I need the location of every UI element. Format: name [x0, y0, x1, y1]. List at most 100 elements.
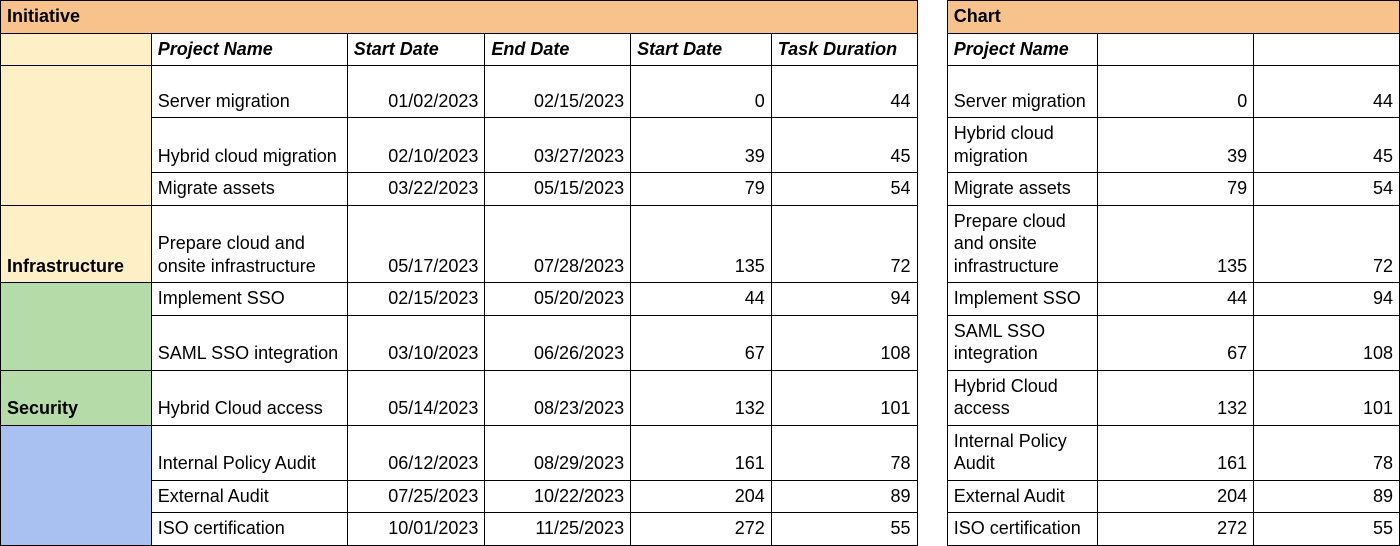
cell-dur[interactable]: 101: [771, 370, 917, 425]
chart-cell-dur[interactable]: 55: [1254, 513, 1400, 546]
cell-project[interactable]: Hybrid Cloud access: [151, 370, 347, 425]
cell-start[interactable]: 06/12/2023: [347, 425, 485, 480]
cell-dur[interactable]: 108: [771, 315, 917, 370]
cell-project[interactable]: Migrate assets: [151, 173, 347, 206]
cell-dur[interactable]: 55: [771, 513, 917, 546]
table-row: Implement SSO 02/15/2023 05/20/2023 44 9…: [1, 283, 1400, 316]
chart-cell-start2[interactable]: 44: [1098, 283, 1254, 316]
chart-cell-dur[interactable]: 54: [1254, 173, 1400, 206]
cell-start[interactable]: 05/17/2023: [347, 205, 485, 283]
initiative-cell-sec: Security: [1, 370, 152, 425]
cell-project[interactable]: Prepare cloud and onsite infrastructure: [151, 205, 347, 283]
cell-dur[interactable]: 78: [771, 425, 917, 480]
cell-project[interactable]: Implement SSO: [151, 283, 347, 316]
chart-cell-dur[interactable]: 89: [1254, 480, 1400, 513]
cell-start[interactable]: 02/10/2023: [347, 118, 485, 173]
cell-end[interactable]: 05/15/2023: [485, 173, 631, 206]
chart-cell-dur[interactable]: 44: [1254, 66, 1400, 118]
col-start2: Start Date: [631, 33, 772, 66]
chart-cell-project[interactable]: ISO certification: [947, 513, 1098, 546]
gap-cell: [917, 33, 947, 66]
initiative-cell-infra-top: [1, 66, 152, 206]
table-row: SAML SSO integration 03/10/2023 06/26/20…: [1, 315, 1400, 370]
chart-cell-dur[interactable]: 108: [1254, 315, 1400, 370]
chart-cell-start2[interactable]: 39: [1098, 118, 1254, 173]
table-row: Internal Policy Audit 06/12/2023 08/29/2…: [1, 425, 1400, 480]
chart-cell-start2[interactable]: 272: [1098, 513, 1254, 546]
cell-start2[interactable]: 272: [631, 513, 772, 546]
cell-start[interactable]: 05/14/2023: [347, 370, 485, 425]
cell-end[interactable]: 05/20/2023: [485, 283, 631, 316]
cell-dur[interactable]: 72: [771, 205, 917, 283]
cell-start2[interactable]: 161: [631, 425, 772, 480]
cell-end[interactable]: 03/27/2023: [485, 118, 631, 173]
chart-cell-start2[interactable]: 135: [1098, 205, 1254, 283]
col-end: End Date: [485, 33, 631, 66]
chart-col-blank1: [1098, 33, 1254, 66]
cell-start2[interactable]: 0: [631, 66, 772, 118]
chart-cell-start2[interactable]: 0: [1098, 66, 1254, 118]
cell-start2[interactable]: 204: [631, 480, 772, 513]
cell-end[interactable]: 11/25/2023: [485, 513, 631, 546]
cell-dur[interactable]: 54: [771, 173, 917, 206]
cell-start[interactable]: 01/02/2023: [347, 66, 485, 118]
table-row: Infrastructure Prepare cloud and onsite …: [1, 205, 1400, 283]
header-row: Project Name Start Date End Date Start D…: [1, 33, 1400, 66]
table-row: ISO certification 10/01/2023 11/25/2023 …: [1, 513, 1400, 546]
chart-cell-start2[interactable]: 79: [1098, 173, 1254, 206]
table-row: Migrate assets 03/22/2023 05/15/2023 79 …: [1, 173, 1400, 206]
chart-cell-project[interactable]: Internal Policy Audit: [947, 425, 1098, 480]
cell-end[interactable]: 08/29/2023: [485, 425, 631, 480]
cell-project[interactable]: Server migration: [151, 66, 347, 118]
initiative-header-spacer: [1, 33, 152, 66]
cell-end[interactable]: 07/28/2023: [485, 205, 631, 283]
cell-start[interactable]: 10/01/2023: [347, 513, 485, 546]
cell-start2[interactable]: 135: [631, 205, 772, 283]
chart-cell-project[interactable]: Hybrid cloud migration: [947, 118, 1098, 173]
chart-cell-project[interactable]: External Audit: [947, 480, 1098, 513]
cell-end[interactable]: 10/22/2023: [485, 480, 631, 513]
col-start: Start Date: [347, 33, 485, 66]
chart-cell-project[interactable]: SAML SSO integration: [947, 315, 1098, 370]
chart-cell-start2[interactable]: 161: [1098, 425, 1254, 480]
cell-project[interactable]: SAML SSO integration: [151, 315, 347, 370]
initiative-cell-sec-top: [1, 283, 152, 371]
table-row: Security Hybrid Cloud access 05/14/2023 …: [1, 370, 1400, 425]
initiative-cell-comp: [1, 425, 152, 545]
cell-project[interactable]: Internal Policy Audit: [151, 425, 347, 480]
cell-start2[interactable]: 132: [631, 370, 772, 425]
chart-cell-dur[interactable]: 72: [1254, 205, 1400, 283]
cell-end[interactable]: 08/23/2023: [485, 370, 631, 425]
chart-col-project: Project Name: [947, 33, 1098, 66]
gap-cell: [917, 1, 947, 34]
chart-cell-dur[interactable]: 78: [1254, 425, 1400, 480]
cell-start[interactable]: 03/10/2023: [347, 315, 485, 370]
cell-dur[interactable]: 45: [771, 118, 917, 173]
cell-project[interactable]: External Audit: [151, 480, 347, 513]
chart-cell-dur[interactable]: 45: [1254, 118, 1400, 173]
cell-start[interactable]: 07/25/2023: [347, 480, 485, 513]
chart-cell-project[interactable]: Hybrid Cloud access: [947, 370, 1098, 425]
cell-dur[interactable]: 89: [771, 480, 917, 513]
cell-dur[interactable]: 44: [771, 66, 917, 118]
cell-project[interactable]: Hybrid cloud migration: [151, 118, 347, 173]
cell-start2[interactable]: 79: [631, 173, 772, 206]
cell-end[interactable]: 02/15/2023: [485, 66, 631, 118]
chart-cell-start2[interactable]: 67: [1098, 315, 1254, 370]
cell-start2[interactable]: 67: [631, 315, 772, 370]
chart-cell-project[interactable]: Server migration: [947, 66, 1098, 118]
chart-cell-dur[interactable]: 101: [1254, 370, 1400, 425]
cell-dur[interactable]: 94: [771, 283, 917, 316]
cell-start[interactable]: 02/15/2023: [347, 283, 485, 316]
cell-end[interactable]: 06/26/2023: [485, 315, 631, 370]
cell-start[interactable]: 03/22/2023: [347, 173, 485, 206]
chart-cell-project[interactable]: Prepare cloud and onsite infrastructure: [947, 205, 1098, 283]
chart-cell-dur[interactable]: 94: [1254, 283, 1400, 316]
cell-start2[interactable]: 39: [631, 118, 772, 173]
chart-cell-project[interactable]: Migrate assets: [947, 173, 1098, 206]
chart-cell-start2[interactable]: 132: [1098, 370, 1254, 425]
cell-project[interactable]: ISO certification: [151, 513, 347, 546]
chart-cell-start2[interactable]: 204: [1098, 480, 1254, 513]
chart-cell-project[interactable]: Implement SSO: [947, 283, 1098, 316]
cell-start2[interactable]: 44: [631, 283, 772, 316]
